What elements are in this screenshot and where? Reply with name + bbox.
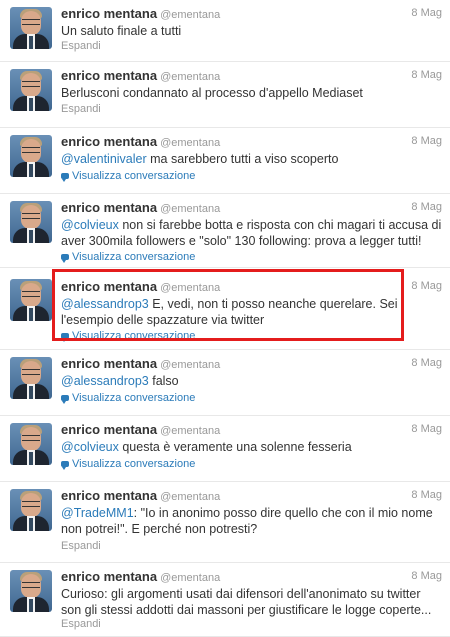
tweet-header: enrico mentana @ementana 8 Mag [61, 569, 442, 585]
tweet-text: Curioso: gli argomenti usati dai difenso… [61, 586, 442, 618]
mention-link[interactable]: @TradeMM1 [61, 506, 134, 520]
user-name[interactable]: enrico mentana [61, 422, 157, 437]
conversation-bubble-icon [61, 173, 69, 182]
tweet: enrico mentana @ementana 8 Mag @colvieux … [0, 416, 450, 482]
view-conversation-label: Visualizza conversazione [72, 251, 196, 263]
user-handle[interactable]: @ementana [160, 425, 220, 437]
tweet-body: falso [148, 374, 179, 388]
tweet-date[interactable]: 8 Mag [411, 7, 442, 19]
user-handle[interactable]: @ementana [160, 137, 220, 149]
tweet-text: @colvieux questa è veramente una solenne… [61, 439, 442, 455]
tweet-date[interactable]: 8 Mag [411, 423, 442, 435]
user-name[interactable]: enrico mentana [61, 134, 157, 149]
avatar[interactable] [10, 69, 52, 111]
expand-link[interactable]: Espandi [61, 540, 101, 552]
view-conversation-link[interactable]: Visualizza conversazione [61, 251, 195, 263]
user-name[interactable]: enrico mentana [61, 356, 157, 371]
avatar[interactable] [10, 570, 52, 612]
view-conversation-link[interactable]: Visualizza conversazione [61, 458, 195, 470]
user-handle[interactable]: @ementana [160, 572, 220, 584]
avatar[interactable] [10, 423, 52, 465]
tweet-date[interactable]: 8 Mag [411, 201, 442, 213]
view-conversation-link[interactable]: Visualizza conversazione [61, 170, 195, 182]
tweet-date[interactable]: 8 Mag [411, 69, 442, 81]
tweet-header: enrico mentana @ementana 8 Mag [61, 6, 442, 22]
tweet: enrico mentana @ementana 8 Mag Berlusconi… [0, 62, 450, 128]
tweet-body: Berlusconi condannato al processo d'appe… [61, 86, 363, 100]
user-name[interactable]: enrico mentana [61, 200, 157, 215]
conversation-bubble-icon [61, 254, 69, 263]
user-handle[interactable]: @ementana [160, 491, 220, 503]
tweet-text: @colvieux non si farebbe botta e rispost… [61, 217, 442, 249]
user-name[interactable]: enrico mentana [61, 68, 157, 83]
tweet-header: enrico mentana @ementana 8 Mag [61, 422, 442, 438]
tweet: enrico mentana @ementana 8 Mag Un saluto … [0, 0, 450, 62]
user-name[interactable]: enrico mentana [61, 488, 157, 503]
tweet-body: ma sarebbero tutti a viso scoperto [146, 152, 339, 166]
view-conversation-label: Visualizza conversazione [72, 458, 196, 470]
tweet-header: enrico mentana @ementana 8 Mag [61, 356, 442, 372]
expand-link[interactable]: Espandi [61, 40, 101, 52]
highlight-box [52, 269, 404, 341]
avatar[interactable] [10, 279, 52, 321]
tweet: enrico mentana @ementana 8 Mag @colvieux … [0, 194, 450, 268]
avatar[interactable] [10, 489, 52, 531]
user-handle[interactable]: @ementana [160, 203, 220, 215]
user-handle[interactable]: @ementana [160, 359, 220, 371]
tweet-date[interactable]: 8 Mag [411, 357, 442, 369]
mention-link[interactable]: @valentinivaler [61, 152, 147, 166]
avatar[interactable] [10, 7, 52, 49]
tweet-date[interactable]: 8 Mag [411, 570, 442, 582]
avatar[interactable] [10, 357, 52, 399]
view-conversation-label: Visualizza conversazione [72, 392, 196, 404]
tweet-header: enrico mentana @ementana 8 Mag [61, 488, 442, 504]
tweet: enrico mentana @ementana 8 Mag @valentini… [0, 128, 450, 194]
avatar[interactable] [10, 135, 52, 177]
user-handle[interactable]: @ementana [160, 71, 220, 83]
tweet-date[interactable]: 8 Mag [411, 489, 442, 501]
mention-link[interactable]: @colvieux [61, 218, 119, 232]
user-name[interactable]: enrico mentana [61, 6, 157, 21]
tweet-body: Curioso: gli argomenti usati dai difenso… [61, 587, 432, 617]
expand-link[interactable]: Espandi [61, 618, 101, 630]
tweet-body: Un saluto finale a tutti [61, 24, 182, 38]
tweet-date[interactable]: 8 Mag [411, 280, 442, 292]
tweet-body: questa è veramente una solenne fesseria [118, 440, 352, 454]
tweet: enrico mentana @ementana 8 Mag Curioso: g… [0, 563, 450, 637]
tweet-header: enrico mentana @ementana 8 Mag [61, 200, 442, 216]
tweet-header: enrico mentana @ementana 8 Mag [61, 68, 442, 84]
tweet-header: enrico mentana @ementana 8 Mag [61, 134, 442, 150]
conversation-bubble-icon [61, 395, 69, 404]
tweet-date[interactable]: 8 Mag [411, 135, 442, 147]
tweet-text: @alessandrop3 falso [61, 373, 442, 389]
tweet-text: Berlusconi condannato al processo d'appe… [61, 85, 442, 101]
user-name[interactable]: enrico mentana [61, 569, 157, 584]
mention-link[interactable]: @colvieux [61, 440, 119, 454]
tweet-body: non si farebbe botta e risposta con chi … [61, 218, 442, 248]
view-conversation-label: Visualizza conversazione [72, 170, 196, 182]
tweet: enrico mentana @ementana 8 Mag @TradeMM1:… [0, 482, 450, 563]
mention-link[interactable]: @alessandrop3 [61, 374, 149, 388]
tweet: enrico mentana @ementana 8 Mag @alessandr… [0, 350, 450, 416]
tweet-text: Un saluto finale a tutti [61, 23, 442, 39]
user-handle[interactable]: @ementana [160, 9, 220, 21]
conversation-bubble-icon [61, 461, 69, 470]
avatar[interactable] [10, 201, 52, 243]
tweet-text: @TradeMM1: "Io in anonimo posso dire que… [61, 505, 442, 537]
view-conversation-link[interactable]: Visualizza conversazione [61, 392, 195, 404]
tweet-text: @valentinivaler ma sarebbero tutti a vis… [61, 151, 442, 167]
expand-link[interactable]: Espandi [61, 103, 101, 115]
